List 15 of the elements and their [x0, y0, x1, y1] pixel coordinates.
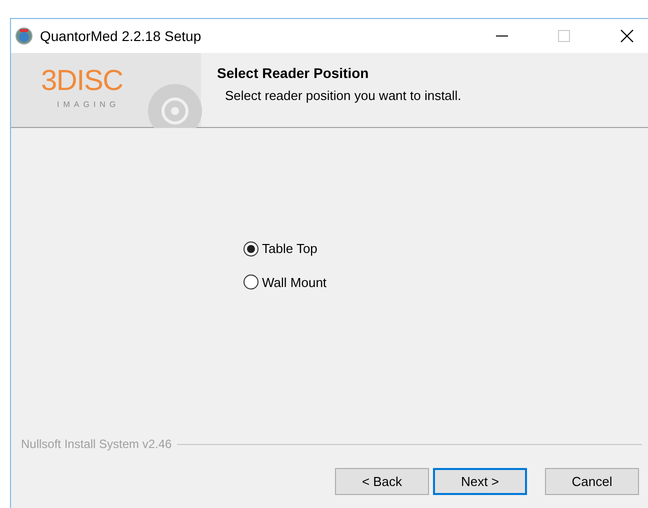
radio-option[interactable]: Table Top — [243, 239, 318, 258]
dialog-button[interactable]: Next > — [433, 468, 527, 495]
branding-text: Nullsoft Install System v2.46 — [21, 436, 172, 453]
radio-option[interactable]: Wall Mount — [243, 272, 327, 292]
page-title: Select Reader Position — [217, 64, 370, 83]
dialog-button[interactable]: < Back — [335, 468, 429, 495]
logo-subtitle: IMAGING — [57, 101, 120, 109]
logo: 3DISC — [41, 67, 123, 96]
radio-button[interactable] — [243, 274, 259, 290]
radio-button[interactable] — [243, 240, 259, 257]
dialog-button[interactable]: Cancel — [545, 468, 639, 495]
close-icon[interactable] — [620, 29, 634, 43]
app-icon — [15, 27, 33, 45]
window-title: QuantorMed 2.2.18 Setup — [40, 26, 202, 46]
page-subtitle: Select reader position you want to install. — [225, 87, 462, 105]
